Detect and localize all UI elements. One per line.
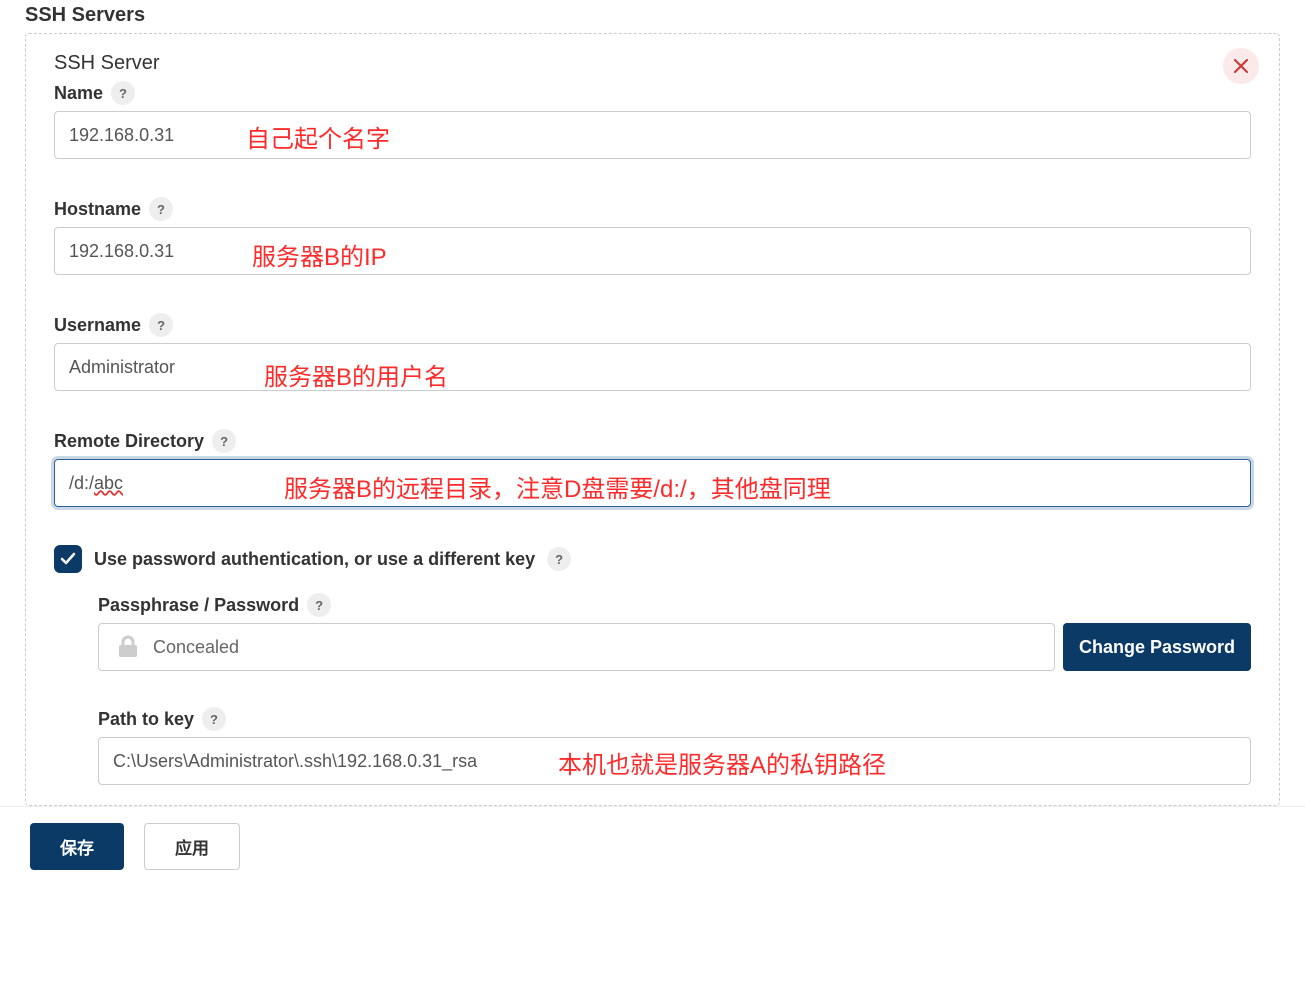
lock-icon [113, 635, 143, 659]
ssh-server-panel: SSH Server Name ? 自己起个名字 Hostname ? 服务器B… [25, 33, 1280, 806]
field-username: Username ? 服务器B的用户名 [54, 313, 1251, 391]
passphrase-display: Concealed [98, 623, 1055, 671]
help-icon[interactable]: ? [149, 313, 173, 337]
help-icon[interactable]: ? [111, 81, 135, 105]
change-password-button[interactable]: Change Password [1063, 623, 1251, 671]
panel-title: SSH Server [54, 52, 1251, 75]
auth-subsection: Passphrase / Password ? Concealed Change… [98, 593, 1251, 785]
save-button[interactable]: 保存 [30, 823, 124, 870]
check-icon [60, 551, 76, 567]
passphrase-value: Concealed [153, 637, 239, 658]
footer-bar: 保存 应用 [0, 806, 1305, 884]
field-remote-directory: Remote Directory ? /d:/abc 服务器B的远程目录，注意D… [54, 429, 1251, 507]
username-label: Username [54, 315, 141, 336]
remote-dir-value-suffix: abc [94, 473, 123, 494]
name-input[interactable] [54, 111, 1251, 159]
remote-dir-value-prefix: /d:/ [69, 473, 94, 494]
hostname-label: Hostname [54, 199, 141, 220]
passphrase-label: Passphrase / Password [98, 595, 299, 616]
hostname-input[interactable] [54, 227, 1251, 275]
field-name: Name ? 自己起个名字 [54, 81, 1251, 159]
help-icon[interactable]: ? [202, 707, 226, 731]
field-path-to-key: Path to key ? 本机也就是服务器A的私钥路径 [98, 707, 1251, 785]
username-input[interactable] [54, 343, 1251, 391]
use-password-auth-label: Use password authentication, or use a di… [94, 549, 535, 570]
close-button[interactable] [1223, 48, 1259, 84]
use-password-auth-checkbox[interactable] [54, 545, 82, 573]
help-icon[interactable]: ? [212, 429, 236, 453]
path-to-key-label: Path to key [98, 709, 194, 730]
name-label: Name [54, 83, 103, 104]
path-to-key-input[interactable] [98, 737, 1251, 785]
field-hostname: Hostname ? 服务器B的IP [54, 197, 1251, 275]
remote-directory-label: Remote Directory [54, 431, 204, 452]
remote-directory-input[interactable]: /d:/abc [54, 459, 1251, 507]
section-title: SSH Servers [25, 4, 1280, 27]
close-icon [1234, 59, 1248, 73]
use-password-auth-row: Use password authentication, or use a di… [54, 545, 1251, 573]
help-icon[interactable]: ? [307, 593, 331, 617]
apply-button[interactable]: 应用 [144, 823, 240, 870]
help-icon[interactable]: ? [547, 547, 571, 571]
help-icon[interactable]: ? [149, 197, 173, 221]
